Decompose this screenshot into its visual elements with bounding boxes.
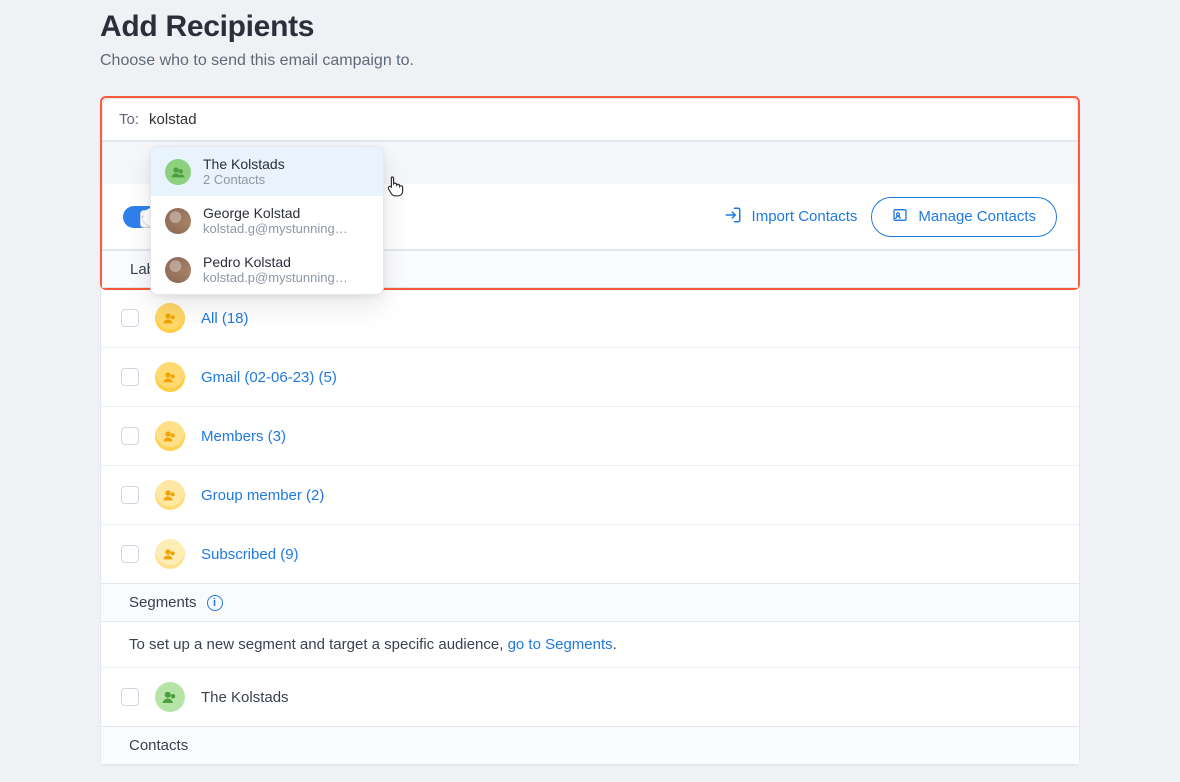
autocomplete-item-subtitle: kolstad.g@mystunning…: [203, 221, 348, 236]
checkbox[interactable]: [121, 368, 139, 386]
page-title: Add Recipients: [100, 10, 1080, 44]
autocomplete-item-subtitle: 2 Contacts: [203, 172, 285, 187]
info-icon[interactable]: i: [207, 595, 223, 611]
autocomplete-item-person[interactable]: George Kolstad kolstad.g@mystunning…: [151, 196, 383, 245]
label-row[interactable]: Subscribed (9): [101, 525, 1079, 583]
label-row[interactable]: Group member (2): [101, 466, 1079, 525]
label-avatar-icon: [155, 303, 185, 333]
contact-card-icon: [892, 207, 908, 227]
label-link[interactable]: Gmail (02-06-23) (5): [201, 369, 337, 386]
autocomplete-popover: The Kolstads 2 Contacts George Kolstad k…: [150, 146, 384, 295]
autocomplete-item-title: The Kolstads: [203, 156, 285, 172]
to-input-row: To:: [103, 99, 1077, 141]
segments-note-prefix: To set up a new segment and target a spe…: [129, 636, 508, 653]
to-label: To:: [119, 111, 139, 128]
label-link[interactable]: Group member (2): [201, 487, 324, 504]
autocomplete-item-title: George Kolstad: [203, 205, 348, 221]
checkbox[interactable]: [121, 486, 139, 504]
manage-contacts-label: Manage Contacts: [918, 208, 1036, 225]
segments-section: Segments i To set up a new segment and t…: [100, 583, 1080, 726]
label-avatar-icon: [155, 362, 185, 392]
segment-row[interactable]: The Kolstads: [101, 668, 1079, 726]
checkbox[interactable]: [121, 427, 139, 445]
label-row[interactable]: Members (3): [101, 407, 1079, 466]
import-icon: [724, 206, 742, 228]
segment-avatar-icon: [155, 682, 185, 712]
segments-note-suffix: .: [613, 636, 617, 653]
contacts-section-header: Contacts: [101, 726, 1079, 765]
label-row[interactable]: All (18): [101, 289, 1079, 348]
group-icon: [165, 159, 191, 185]
page-subtitle: Choose who to send this email campaign t…: [100, 52, 1080, 70]
import-contacts-button[interactable]: Import Contacts: [724, 206, 858, 228]
checkbox[interactable]: [121, 309, 139, 327]
segments-section-header: Segments i: [101, 583, 1079, 622]
contacts-section: Contacts: [100, 726, 1080, 766]
autocomplete-item-title: Pedro Kolstad: [203, 254, 348, 270]
labels-section: All (18) Gmail (02-06-23) (5) Members (3…: [100, 289, 1080, 583]
label-avatar-icon: [155, 480, 185, 510]
autocomplete-item-group[interactable]: The Kolstads 2 Contacts: [151, 147, 383, 196]
autocomplete-item-person[interactable]: Pedro Kolstad kolstad.p@mystunning…: [151, 245, 383, 294]
import-contacts-label: Import Contacts: [752, 208, 858, 225]
autocomplete-item-subtitle: kolstad.p@mystunning…: [203, 270, 348, 285]
to-input[interactable]: [149, 111, 1061, 128]
manage-contacts-button[interactable]: Manage Contacts: [871, 197, 1057, 237]
segments-section-title: Segments: [129, 594, 197, 611]
label-avatar-icon: [155, 539, 185, 569]
label-link[interactable]: All (18): [201, 310, 249, 327]
label-link[interactable]: Subscribed (9): [201, 546, 299, 563]
segments-note: To set up a new segment and target a spe…: [101, 622, 1079, 668]
go-to-segments-link[interactable]: go to Segments: [508, 636, 613, 653]
label-row[interactable]: Gmail (02-06-23) (5): [101, 348, 1079, 407]
segment-name: The Kolstads: [201, 689, 289, 706]
to-highlight-box: To: ✓ Import Contacts: [100, 96, 1080, 290]
avatar: [165, 208, 191, 234]
label-link[interactable]: Members (3): [201, 428, 286, 445]
checkbox[interactable]: [121, 545, 139, 563]
avatar: [165, 257, 191, 283]
contacts-section-title: Contacts: [129, 737, 188, 754]
label-avatar-icon: [155, 421, 185, 451]
checkbox[interactable]: [121, 688, 139, 706]
